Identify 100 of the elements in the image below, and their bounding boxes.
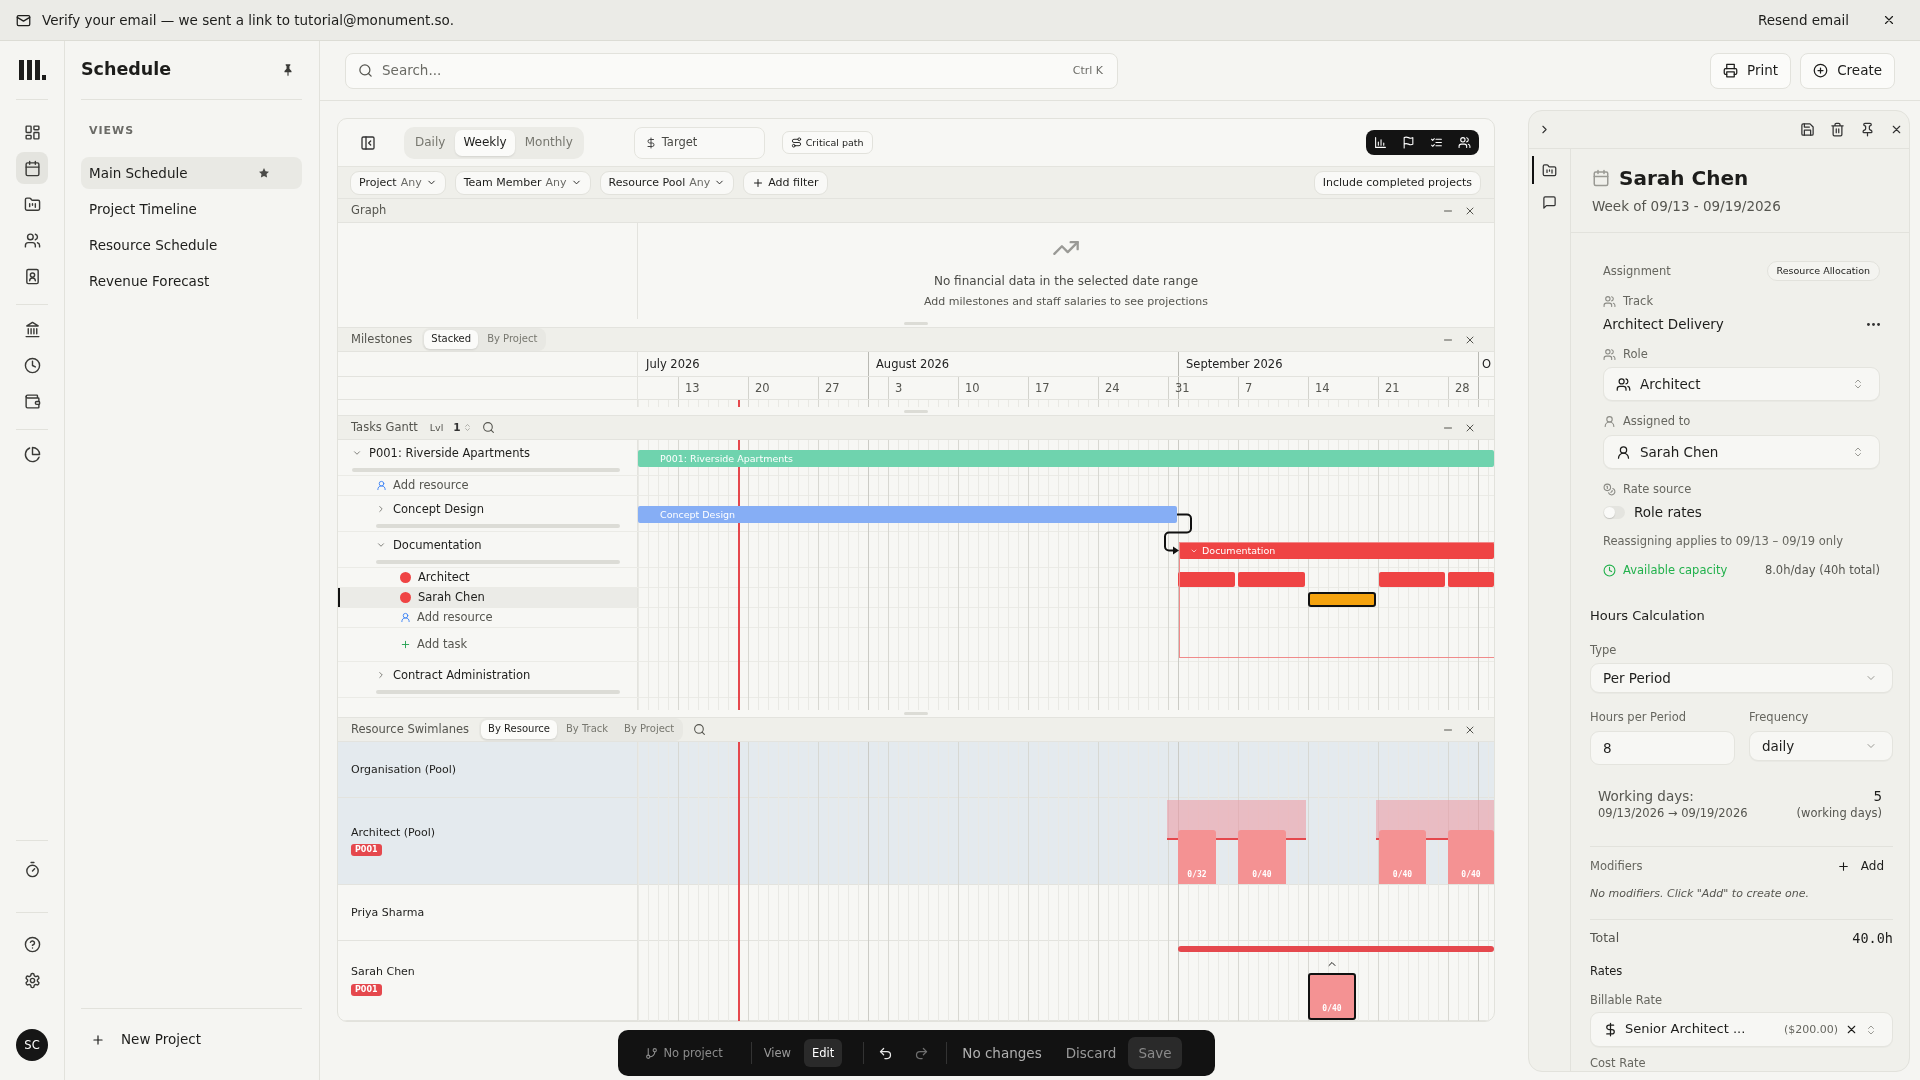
level-label: Lvl: [429, 421, 444, 434]
sidebar-item[interactable]: Resource Schedule: [81, 229, 302, 261]
role-select[interactable]: Architect: [1603, 367, 1880, 401]
filter-chip[interactable]: Project Any: [350, 170, 446, 195]
sidebar-item[interactable]: Revenue Forecast: [81, 265, 302, 297]
gantt-bar[interactable]: [1308, 592, 1376, 607]
stopwatch-icon: [23, 860, 41, 878]
filter-chip[interactable]: Team Member Any: [454, 170, 591, 195]
add-task-button[interactable]: Add task: [400, 637, 468, 652]
hours-input[interactable]: 8: [1590, 731, 1735, 765]
plus-icon: [752, 176, 765, 189]
critical-path-button[interactable]: Critical path: [781, 131, 873, 154]
more-icon[interactable]: [1867, 322, 1880, 326]
people-icon: [1603, 294, 1616, 308]
up-down-chevron-icon: [1852, 446, 1864, 458]
week-label: 14: [1315, 381, 1330, 395]
close-icon[interactable]: [1890, 123, 1903, 136]
week-label: 31: [1175, 381, 1190, 395]
sidebar-toggle-icon[interactable]: [360, 134, 376, 151]
resend-email-link[interactable]: Resend email: [1757, 11, 1849, 29]
logo[interactable]: [18, 60, 46, 80]
type-select[interactable]: Per Period: [1590, 663, 1893, 693]
search-icon[interactable]: [693, 723, 707, 736]
save-icon[interactable]: [1800, 122, 1815, 137]
mode-tab[interactable]: View: [757, 1039, 797, 1067]
target-field[interactable]: Target: [633, 126, 765, 159]
people-icon[interactable]: [1458, 136, 1471, 149]
avatar[interactable]: SC: [16, 1029, 48, 1061]
up-down-chevron-icon: [1852, 378, 1864, 390]
mode-tab[interactable]: Edit: [804, 1039, 843, 1067]
layout-toggle[interactable]: By Project: [480, 330, 545, 349]
star-icon[interactable]: [258, 167, 270, 179]
include-completed-button[interactable]: Include completed projects: [1313, 170, 1481, 195]
branch-icon: [644, 1046, 658, 1060]
tree-row[interactable]: Sarah Chen: [338, 588, 638, 607]
grouping-toggle[interactable]: By Project: [617, 720, 682, 739]
dollar-icon: [1603, 1022, 1618, 1037]
pin-icon[interactable]: [1860, 122, 1875, 137]
search-field[interactable]: Search... Ctrl K: [345, 52, 1118, 89]
close-icon[interactable]: [1882, 13, 1896, 27]
new-project-button[interactable]: New Project: [81, 1031, 201, 1048]
layout-toggle[interactable]: Stacked: [424, 330, 479, 349]
allocation-type-tag: Resource Allocation: [1766, 261, 1880, 281]
grouping-toggle[interactable]: By Track: [558, 720, 616, 739]
print-button[interactable]: Print: [1710, 52, 1792, 89]
checklist-icon[interactable]: [1430, 136, 1443, 149]
create-button[interactable]: Create: [1800, 52, 1895, 89]
filter-chip[interactable]: Resource Pool Any: [599, 170, 735, 195]
sidebar-item[interactable]: Main Schedule: [81, 157, 302, 189]
resource-name: Sarah Chen: [418, 590, 485, 605]
project-selector[interactable]: No project: [644, 1045, 723, 1061]
add-resource-button[interactable]: Add resource: [376, 478, 469, 493]
toggle-switch[interactable]: [1603, 505, 1625, 519]
assignee-select[interactable]: Sarah Chen: [1603, 435, 1880, 469]
empty-message: No modifiers. Click "Add" to create one.: [1590, 886, 1811, 902]
nav-item[interactable]: [16, 152, 48, 184]
grouping-toggle[interactable]: By Resource: [481, 720, 557, 739]
sidebar-item[interactable]: Project Timeline: [81, 193, 302, 225]
week-label: 17: [1035, 381, 1050, 395]
frequency-select[interactable]: daily: [1749, 731, 1893, 761]
today-marker: [738, 400, 740, 407]
clock-icon: [23, 356, 41, 374]
time-scale-tab[interactable]: Monthly: [516, 129, 581, 156]
undo-icon[interactable]: [878, 1045, 894, 1061]
billable-rate-select[interactable]: Senior Architect ... ($200.00): [1590, 1012, 1893, 1047]
add-filter-button[interactable]: Add filter: [743, 170, 828, 195]
week-label: 10: [965, 381, 980, 395]
banner-message: Verify your email — we sent a link to tutorial@monument.so.: [42, 11, 455, 29]
resource-name: Sarah Chen: [351, 965, 415, 979]
bar-label: Documentation: [1202, 544, 1276, 557]
section-title: Graph: [351, 203, 387, 218]
capacity-value: 8.0h/day (40h total): [1764, 562, 1880, 578]
wallet-icon: [23, 392, 41, 410]
week-label: 7: [1245, 381, 1253, 395]
week-label: 27: [825, 381, 840, 395]
bar-chart-icon[interactable]: [1374, 136, 1387, 149]
toggle-label: Role rates: [1634, 503, 1702, 521]
sidebar-title: Schedule: [81, 59, 173, 81]
week-label: 21: [1385, 381, 1400, 395]
resource-name: Organisation (Pool): [351, 762, 457, 777]
time-scale-tab[interactable]: Daily: [407, 129, 454, 156]
search-icon[interactable]: [481, 421, 495, 434]
week-label: 20: [755, 381, 770, 395]
capacity-label: Available capacity: [1623, 562, 1729, 578]
dependency-arrow: [1164, 513, 1192, 555]
calendar-icon: [1592, 169, 1610, 187]
mail-icon: [16, 12, 31, 28]
task-name: Documentation: [393, 537, 482, 553]
field-label: Hours per Period: [1590, 709, 1687, 725]
week-label: 13: [685, 381, 700, 395]
person-icon: [1616, 444, 1631, 460]
add-modifier-button[interactable]: Add: [1836, 858, 1884, 874]
month-label: August 2026: [876, 357, 950, 371]
clear-icon[interactable]: [1845, 1023, 1858, 1036]
level-stepper[interactable]: 1: [453, 420, 472, 435]
trash-icon[interactable]: [1830, 122, 1845, 137]
time-scale-tab[interactable]: Weekly: [455, 129, 515, 156]
flag-icon[interactable]: [1402, 136, 1415, 149]
add-resource-button[interactable]: Add resource: [400, 610, 493, 625]
coins-icon: [1603, 482, 1616, 496]
